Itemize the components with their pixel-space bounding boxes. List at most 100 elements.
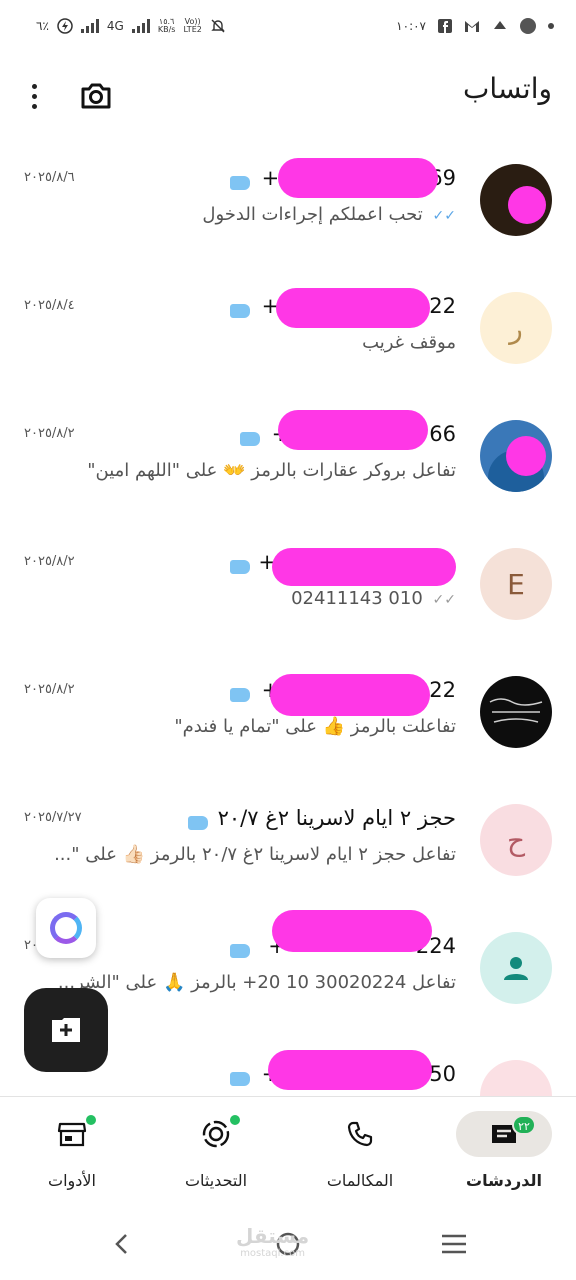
- avatar-letter: ح: [506, 823, 526, 857]
- redaction-mark: [272, 910, 432, 952]
- chat-row[interactable]: +69 ✓✓ تحب اعملكم إجراءات الدخول ٢٠٢٥/٨/…: [0, 140, 576, 268]
- tab-updates-pill: [168, 1111, 264, 1157]
- tab-chats[interactable]: ٢٢ الدردشات: [444, 1111, 564, 1201]
- chat-date: ٢٠٢٥/٨/٢: [24, 426, 75, 441]
- avatar[interactable]: E: [480, 548, 552, 620]
- chat-row[interactable]: +22 تفاعلت بالرمز 👍 على "تمام يا فندم" ٢…: [0, 652, 576, 780]
- app-header: واتساب: [0, 60, 576, 130]
- chat-row[interactable]: ر +22 موقف غريب ٢٠٢٥/٨/٤: [0, 268, 576, 396]
- chat-label: [188, 812, 208, 831]
- chat-preview: تفاعل حجز ٢ ايام لاسرينا ٢غ ٢٠/٧ بالرمز …: [54, 844, 456, 865]
- chat-label: [230, 940, 250, 959]
- tab-tools-label: الأدوات: [48, 1171, 96, 1190]
- tools-badge-dot: [84, 1113, 98, 1127]
- chat-row[interactable]: ح حجز ٢ ايام لاسرينا ٢غ ٢٠/٧ تفاعل حجز ٢…: [0, 780, 576, 908]
- back-icon: [115, 1234, 127, 1254]
- avatar[interactable]: ع: [480, 1060, 552, 1098]
- chat-name: حجز ٢ ايام لاسرينا ٢غ ٢٠/٧: [217, 806, 456, 830]
- overflow-menu-button[interactable]: [22, 80, 46, 112]
- tab-tools-pill: [24, 1111, 120, 1157]
- status-left: ٦٪ 4G ١٥.٦ KB/s Vo)) LTE2: [36, 18, 226, 34]
- app-notification-icon: [494, 21, 506, 31]
- avatar[interactable]: ح: [480, 804, 552, 876]
- watermark: مستقل mostaql.com: [236, 1224, 309, 1259]
- chat-name-prefix: +: [261, 166, 280, 190]
- label-icon: [240, 431, 260, 446]
- camera-icon: [81, 83, 111, 109]
- delivered-ticks-icon: ✓✓: [432, 592, 456, 608]
- gmail-icon: [465, 21, 479, 32]
- tab-tools[interactable]: الأدوات: [12, 1111, 132, 1201]
- chat-preview-text: تحب اعملكم إجراءات الدخول: [202, 204, 423, 225]
- signal-icon-1: [80, 19, 99, 33]
- avatar-letter: ر: [509, 311, 523, 345]
- updates-icon: [202, 1120, 230, 1148]
- new-chat-icon: [52, 1018, 80, 1042]
- chat-preview: تفاعل بروكر عقارات بالرمز 👐 على "اللهم ا…: [87, 460, 456, 481]
- redaction-mark: [278, 158, 438, 198]
- camera-button[interactable]: [78, 78, 114, 114]
- menu-dot: [31, 83, 37, 89]
- label-icon: [230, 687, 250, 702]
- recents-button[interactable]: [434, 1228, 474, 1260]
- menu-lines-icon: [442, 1234, 466, 1254]
- chat-row[interactable]: E + 02411143 010 ✓✓ ٢٠٢٥/٨/٢: [0, 524, 576, 652]
- signal-icon-2: [131, 19, 150, 33]
- calligraphy-image: [489, 698, 543, 723]
- new-chat-button[interactable]: [24, 988, 108, 1072]
- chat-preview: موقف غريب: [362, 332, 456, 353]
- app-title: واتساب: [463, 72, 552, 105]
- chat-name-suffix: 50: [429, 1062, 456, 1086]
- net-speed-unit: KB/s: [157, 25, 176, 34]
- tab-updates[interactable]: التحديثات: [156, 1111, 276, 1201]
- label-icon: [188, 815, 208, 830]
- tab-calls-pill: [312, 1111, 408, 1157]
- chat-date: ٢٠٢٥/٨/٢: [24, 682, 75, 697]
- chat-label: [226, 171, 250, 191]
- tab-updates-label: التحديثات: [184, 1171, 248, 1190]
- chat-label: [226, 299, 250, 319]
- avatar[interactable]: [480, 676, 552, 748]
- status-right: ١٠:٠٧: [396, 18, 554, 34]
- chat-row[interactable]: +66 تفاعل بروكر عقارات بالرمز 👐 على "الل…: [0, 396, 576, 524]
- chat-preview: تفاعلت بالرمز 👍 على "تمام يا فندم": [174, 716, 456, 737]
- label-icon: [230, 943, 250, 958]
- person-icon: [504, 957, 528, 980]
- menu-dot: [31, 93, 37, 99]
- chat-date: ٢٠٢٥/٨/٢: [24, 554, 75, 569]
- phone-icon: [347, 1121, 373, 1147]
- chat-date: ٢٠٢٥/٨/٤: [24, 298, 75, 313]
- meta-ai-button[interactable]: [36, 898, 96, 958]
- tab-calls[interactable]: المكالمات: [300, 1111, 420, 1201]
- read-ticks-icon: ✓✓: [432, 208, 456, 224]
- redaction-mark: [508, 186, 546, 224]
- tab-calls-label: المكالمات: [326, 1171, 394, 1190]
- redaction-mark: [506, 436, 546, 476]
- redaction-mark: [272, 548, 456, 586]
- chat-date: ٢٠٢٥/٨/٦: [24, 170, 75, 185]
- chat-label: [230, 556, 250, 575]
- facebook-icon: [438, 19, 452, 33]
- redaction-mark: [268, 1050, 432, 1090]
- chat-preview: 02411143 010 ✓✓: [291, 588, 456, 609]
- avatar-letter: E: [507, 567, 525, 601]
- avatar[interactable]: ر: [480, 292, 552, 364]
- chat-label: [230, 1068, 250, 1087]
- tab-chats-pill: ٢٢: [456, 1111, 552, 1157]
- battery-percent: ٦٪: [36, 19, 49, 33]
- chat-preview: ✓✓ تحب اعملكم إجراءات الدخول: [202, 204, 456, 225]
- network-type: 4G: [106, 19, 124, 33]
- avatar[interactable]: [480, 164, 552, 236]
- chat-label: [230, 684, 250, 703]
- net-speed: ١٥.٦ KB/s: [158, 18, 176, 34]
- chat-date: ٢٠٢٥/٧/٢٧: [24, 810, 82, 825]
- chat-name-suffix: 22: [429, 678, 456, 702]
- store-icon: [57, 1122, 87, 1147]
- back-button[interactable]: [102, 1228, 142, 1260]
- menu-dot: [31, 103, 37, 109]
- avatar[interactable]: [480, 420, 552, 492]
- avatar[interactable]: [480, 932, 552, 1004]
- bottom-navigation: ٢٢ الدردشات المكالمات التحديثات الأدوات: [0, 1096, 576, 1208]
- chat-label: [240, 428, 260, 447]
- chat-name-suffix: 66: [429, 422, 456, 446]
